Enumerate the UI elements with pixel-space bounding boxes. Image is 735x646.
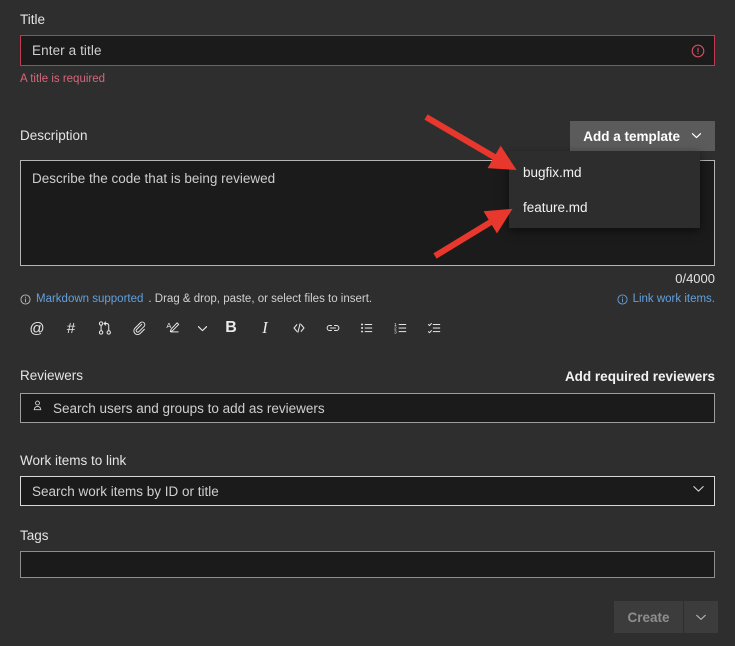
description-header: Description Add a template	[20, 120, 715, 152]
link-work-items[interactable]: Link work items.	[617, 292, 715, 306]
description-meta-row: Markdown supported . Drag & drop, paste, …	[20, 292, 715, 306]
mention-icon[interactable]: @	[20, 315, 54, 341]
add-required-reviewers-button[interactable]: Add required reviewers	[565, 369, 715, 384]
info-circle-icon	[20, 293, 31, 305]
reviewers-header: Reviewers Add required reviewers	[20, 368, 715, 384]
highlight-text-icon[interactable]: A	[156, 315, 190, 341]
add-template-label: Add a template	[583, 128, 680, 144]
markdown-hint: Markdown supported . Drag & drop, paste, …	[20, 292, 372, 306]
hashtag-icon[interactable]: #	[54, 315, 88, 341]
chevron-down-icon	[691, 129, 702, 144]
title-input-placeholder: Enter a title	[32, 43, 102, 58]
create-split-button: Create	[614, 601, 718, 633]
chevron-down-icon	[696, 614, 706, 620]
markdown-hint-rest: . Drag & drop, paste, or select files to…	[148, 293, 373, 305]
character-counter: 0/4000	[675, 271, 715, 286]
template-dropdown-menu: bugfix.md feature.md	[509, 151, 700, 228]
tags-section: Tags	[20, 528, 715, 578]
create-button[interactable]: Create	[614, 601, 683, 633]
markdown-supported-link[interactable]: Markdown supported	[36, 292, 143, 306]
svg-text:3: 3	[394, 329, 397, 334]
bulleted-list-icon[interactable]	[350, 315, 384, 341]
create-button-group: Create	[614, 601, 718, 633]
attach-icon[interactable]	[122, 315, 156, 341]
tags-input[interactable]	[20, 551, 715, 578]
error-circle-icon	[691, 44, 705, 58]
work-items-section: Work items to link Search work items by …	[20, 453, 715, 506]
numbered-list-icon[interactable]: 1 2 3	[384, 315, 418, 341]
work-items-placeholder: Search work items by ID or title	[32, 483, 219, 499]
link-work-items-label[interactable]: Link work items.	[633, 292, 715, 306]
menu-item-bugfix[interactable]: bugfix.md	[509, 155, 700, 190]
tags-label: Tags	[20, 528, 49, 543]
work-items-search-input[interactable]: Search work items by ID or title	[20, 476, 715, 506]
link-icon[interactable]	[316, 315, 350, 341]
title-section: Title Enter a title A title is required	[20, 12, 715, 86]
bold-icon[interactable]: B	[214, 315, 248, 341]
create-options-button[interactable]	[684, 601, 718, 633]
title-label: Title	[20, 12, 46, 27]
italic-icon[interactable]: I	[248, 315, 282, 341]
checklist-icon[interactable]	[418, 315, 452, 341]
code-icon[interactable]	[282, 315, 316, 341]
reviewers-search-input[interactable]: Search users and groups to add as review…	[20, 393, 715, 423]
description-label: Description	[20, 128, 88, 143]
info-circle-icon	[617, 293, 628, 305]
chevron-down-icon[interactable]	[692, 482, 705, 500]
pull-request-icon[interactable]	[88, 315, 122, 341]
add-template-button[interactable]: Add a template	[570, 121, 715, 151]
reviewers-label: Reviewers	[20, 368, 84, 383]
chevron-down-icon[interactable]	[190, 315, 214, 341]
person-icon	[31, 399, 44, 417]
description-placeholder: Describe the code that is being reviewed	[32, 171, 276, 186]
reviewers-search-placeholder: Search users and groups to add as review…	[53, 400, 325, 416]
work-items-label: Work items to link	[20, 453, 127, 468]
title-error-message: A title is required	[20, 73, 106, 85]
create-pull-request-form: Title Enter a title A title is required …	[0, 0, 735, 646]
menu-item-feature[interactable]: feature.md	[509, 190, 700, 225]
reviewers-section: Reviewers Add required reviewers Search …	[20, 368, 715, 423]
title-input[interactable]: Enter a title	[20, 35, 715, 66]
markdown-toolbar: @ # A B I 1 2 3	[20, 315, 715, 341]
